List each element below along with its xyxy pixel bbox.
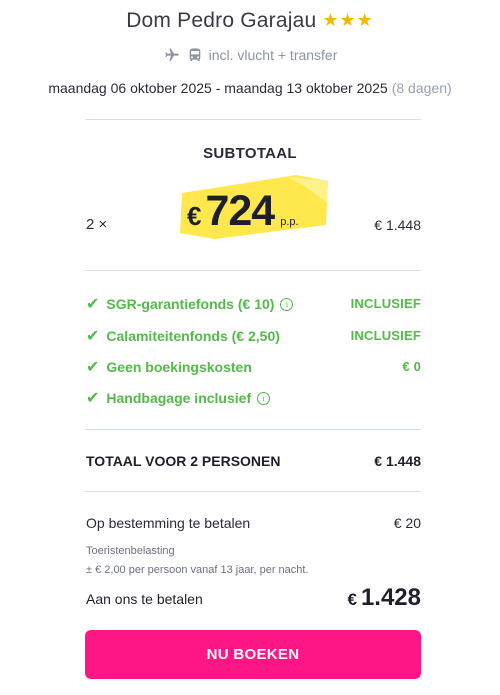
per-person-label: p.p.	[280, 216, 299, 228]
info-icon[interactable]: i	[257, 391, 271, 405]
total-label: TOTAAL VOOR 2 PERSONEN	[86, 453, 281, 469]
check-icon: ✔	[86, 296, 100, 313]
hotel-title: Dom Pedro Garajau ★★★	[0, 9, 500, 33]
feature-sgr: ✔ SGR-garantiefonds (€ 10) i	[86, 294, 294, 314]
hotel-name: Dom Pedro Garajau	[126, 9, 317, 32]
tourist-tax-note: ± € 2,00 per persoon vanaf 13 jaar, per …	[86, 564, 309, 576]
divider	[85, 119, 421, 120]
quantity-label: 2 ×	[86, 216, 108, 233]
feature-value: € 0	[402, 359, 421, 374]
plane-icon	[163, 47, 181, 63]
feature-label: Calamiteitenfonds (€ 2,50)	[106, 328, 280, 344]
pay-amount: 1.428	[360, 584, 421, 611]
total-value: € 1.448	[374, 453, 421, 469]
subtotal-amount: € 1.448	[374, 217, 421, 233]
divider	[85, 270, 421, 271]
pay-currency: €	[347, 590, 357, 609]
date-range: maandag 06 oktober 2025 - maandag 13 okt…	[48, 80, 388, 96]
check-icon: ✔	[86, 390, 100, 407]
destination-pay-label: Op bestemming te betalen	[86, 515, 251, 531]
price-amount: 724	[205, 187, 275, 235]
feature-handbagage: ✔ Handbagage inclusief i	[86, 388, 271, 408]
divider	[85, 491, 421, 492]
feature-value: INCLUSIEF	[350, 328, 421, 343]
book-now-label: NU BOEKEN	[206, 646, 300, 663]
pay-now-label: Aan ons te betalen	[86, 591, 203, 607]
includes-row: incl. vlucht + transfer	[0, 47, 500, 63]
pay-now-amount: € 1.428	[347, 584, 421, 612]
tourist-tax-label: Toeristenbelasting	[86, 545, 175, 557]
subtotal-heading: SUBTOTAAL	[203, 145, 297, 162]
feature-label: Handbagage inclusief	[106, 390, 252, 406]
book-now-button[interactable]: NU BOEKEN	[85, 630, 421, 679]
price-currency: €	[187, 201, 202, 231]
feature-label: Geen boekingskosten	[106, 359, 252, 375]
feature-label: SGR-garantiefonds (€ 10)	[106, 296, 275, 312]
feature-boekingskosten: ✔ Geen boekingskosten	[86, 357, 252, 377]
star-rating-icon: ★★★	[322, 10, 374, 30]
trip-duration: (8 dagen)	[391, 80, 452, 96]
destination-pay-value: € 20	[393, 515, 421, 531]
info-icon[interactable]: i	[280, 297, 294, 311]
includes-text: incl. vlucht + transfer	[208, 47, 338, 63]
price-per-person: € 724 p.p.	[187, 190, 299, 233]
feature-value: INCLUSIEF	[350, 296, 421, 311]
bus-icon	[187, 47, 203, 63]
check-icon: ✔	[86, 359, 100, 376]
check-icon: ✔	[86, 328, 100, 345]
divider	[85, 429, 421, 430]
feature-calamiteiten: ✔ Calamiteitenfonds (€ 2,50)	[86, 326, 280, 346]
trip-dates: maandag 06 oktober 2025 - maandag 13 okt…	[0, 80, 500, 96]
